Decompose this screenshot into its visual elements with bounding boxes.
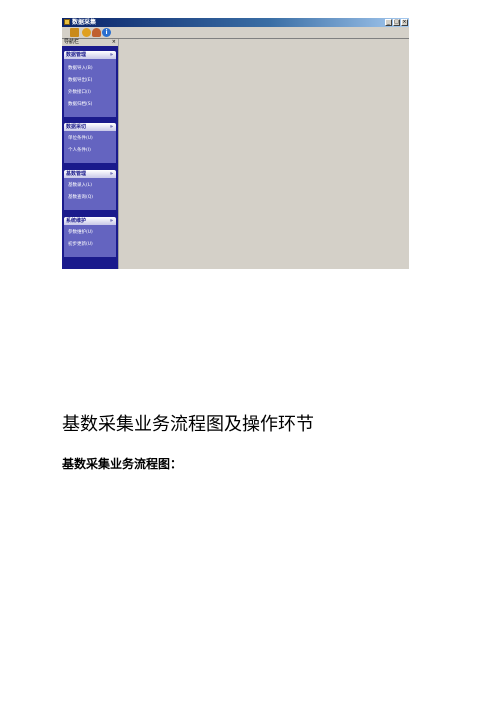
sidebar-item-base-query[interactable]: 基数查询(Q)	[64, 192, 116, 204]
toolbar: i	[62, 27, 409, 39]
document-subheading: 基数采集业务流程图：	[62, 457, 183, 471]
chevron-icon[interactable]: »	[110, 51, 113, 59]
nav-group-header[interactable]: 系统维护 »	[64, 217, 116, 225]
app-screenshot: 数据采集 _ □ × i 导航栏 × 数据管理 » 数据导入(B) 数据导出(E…	[62, 18, 409, 269]
chevron-icon[interactable]: »	[110, 170, 113, 178]
sidebar-item-external-interface[interactable]: 外数接口(I)	[64, 87, 116, 99]
minimize-button[interactable]: _	[385, 19, 392, 26]
settings-icon[interactable]	[82, 28, 91, 37]
document-heading: 基数采集业务流程图及操作环节	[62, 414, 314, 435]
sidebar-item-initial-update[interactable]: 初步更新(U)	[64, 239, 116, 251]
chevron-icon[interactable]: »	[110, 123, 113, 131]
sidebar-item-base-entry[interactable]: 基数录入(L)	[64, 180, 116, 192]
nav-group-data-collection: 数据采切 » 单位条件(U) 个人条件(I)	[64, 123, 116, 163]
sidebar-item-personal-condition[interactable]: 个人条件(I)	[64, 145, 116, 157]
title-bar: 数据采集 _ □ ×	[62, 18, 409, 27]
sidebar-item-data-export[interactable]: 数据导出(E)	[64, 75, 116, 87]
sidebar-title: 导航栏	[64, 39, 80, 45]
sidebar-item-parameter-maintenance[interactable]: 参数维护(U)	[64, 227, 116, 239]
nav-group-header[interactable]: 数据采切 »	[64, 123, 116, 131]
close-button[interactable]: ×	[401, 19, 408, 26]
maximize-button[interactable]: □	[393, 19, 400, 26]
info-icon[interactable]: i	[102, 28, 111, 37]
navigation-sidebar: 导航栏 × 数据管理 » 数据导入(B) 数据导出(E) 外数接口(I) 数据归…	[62, 39, 118, 269]
sidebar-item-data-archive[interactable]: 数据归档(S)	[64, 99, 116, 111]
chevron-icon[interactable]: »	[110, 217, 113, 225]
nav-group-system-maintenance: 系统维护 » 参数维护(U) 初步更新(U)	[64, 217, 116, 257]
user-icon[interactable]	[92, 28, 101, 37]
nav-group-header[interactable]: 基数管理 »	[64, 170, 116, 178]
window-title: 数据采集	[72, 19, 97, 26]
door-icon[interactable]	[70, 28, 79, 37]
sidebar-header: 导航栏 ×	[62, 39, 118, 46]
main-content-area	[118, 39, 409, 269]
sidebar-item-data-import[interactable]: 数据导入(B)	[64, 63, 116, 75]
nav-group-data-management: 数据管理 » 数据导入(B) 数据导出(E) 外数接口(I) 数据归档(S)	[64, 51, 116, 117]
sidebar-close-icon[interactable]: ×	[112, 39, 116, 46]
app-icon	[64, 19, 70, 25]
nav-group-header[interactable]: 数据管理 »	[64, 51, 116, 59]
sidebar-item-unit-condition[interactable]: 单位条件(U)	[64, 133, 116, 145]
nav-group-base-management: 基数管理 » 基数录入(L) 基数查询(Q)	[64, 170, 116, 210]
